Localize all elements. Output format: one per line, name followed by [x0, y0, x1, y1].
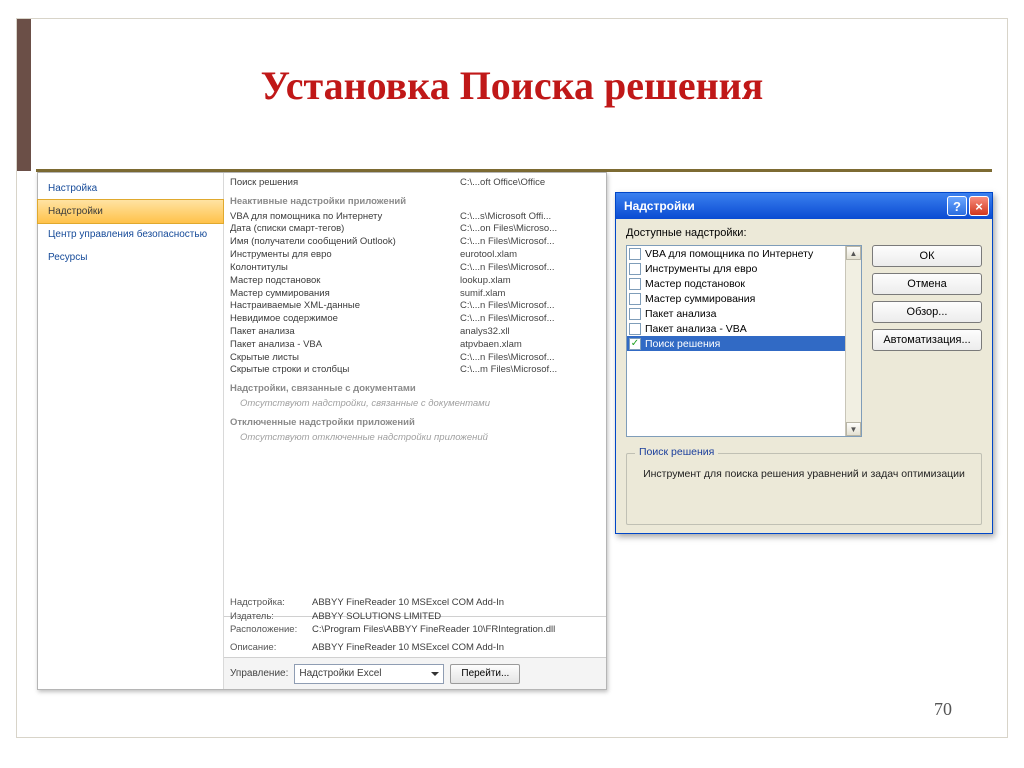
- list-item[interactable]: VBA для помощника по Интернету: [627, 246, 845, 261]
- dialog-title: Надстройки: [624, 199, 695, 213]
- list-row: Поиск решения C:\...oft Office\Office: [230, 177, 600, 190]
- options-main-pane: Поиск решения C:\...oft Office\Office Не…: [224, 173, 606, 689]
- addins-dialog: Надстройки ? × Доступные надстройки: VBA…: [615, 192, 993, 534]
- available-addins-label: Доступные надстройки:: [626, 227, 982, 239]
- checkbox[interactable]: [629, 323, 641, 335]
- item-label: Мастер подстановок: [645, 278, 745, 290]
- addins-list[interactable]: Поиск решения C:\...oft Office\Office Не…: [224, 173, 606, 617]
- list-row: Настраиваемые XML-данныеC:\...n Files\Mi…: [230, 300, 600, 313]
- group-doc-addins: Надстройки, связанные с документами: [230, 383, 600, 396]
- list-row: Скрытые строки и столбцыC:\...m Files\Mi…: [230, 364, 600, 377]
- list-row: Пакет анализаanalys32.xll: [230, 326, 600, 339]
- addins-listbox[interactable]: VBA для помощника по Интернету Инструмен…: [626, 245, 862, 437]
- list-row: Имя (получатели сообщений Outlook)C:\...…: [230, 236, 600, 249]
- options-sidebar: Настройка Надстройки Центр управления бе…: [38, 173, 224, 689]
- help-button[interactable]: ?: [947, 196, 967, 216]
- detail-label: Расположение:: [230, 623, 312, 637]
- dialog-titlebar[interactable]: Надстройки ? ×: [616, 193, 992, 219]
- list-row: Дата (списки смарт-тегов)C:\...on Files\…: [230, 223, 600, 236]
- scroll-down-icon[interactable]: ▼: [846, 422, 861, 436]
- item-label: VBA для помощника по Интернету: [645, 248, 813, 260]
- list-item[interactable]: Пакет анализа: [627, 306, 845, 321]
- groupbox-legend: Поиск решения: [635, 446, 718, 458]
- addin-name: Поиск решения: [230, 177, 460, 190]
- checkbox[interactable]: [629, 308, 641, 320]
- dialog-button-column: ОК Отмена Обзор... Автоматизация...: [872, 245, 982, 351]
- detail-value: C:\Program Files\ABBYY FineReader 10\FRI…: [312, 624, 555, 635]
- automation-button[interactable]: Автоматизация...: [872, 329, 982, 351]
- sidebar-item-customize[interactable]: Настройка: [38, 177, 223, 200]
- cancel-button[interactable]: Отмена: [872, 273, 982, 295]
- item-label: Пакет анализа: [645, 308, 716, 320]
- detail-value: ABBYY FineReader 10 MSExcel COM Add-In: [312, 597, 504, 608]
- list-row: Скрытые листыC:\...n Files\Microsof...: [230, 352, 600, 365]
- scrollbar[interactable]: ▲ ▼: [845, 246, 861, 436]
- list-item[interactable]: Пакет анализа - VBA: [627, 321, 845, 336]
- browse-button[interactable]: Обзор...: [872, 301, 982, 323]
- checkbox[interactable]: [629, 278, 641, 290]
- item-label: Мастер суммирования: [645, 293, 755, 305]
- sidebar-item-trust-center[interactable]: Центр управления безопасностью: [38, 223, 223, 246]
- list-row: Мастер подстановокlookup.xlam: [230, 275, 600, 288]
- ok-button[interactable]: ОК: [872, 245, 982, 267]
- checkbox-checked[interactable]: ✓: [629, 338, 641, 350]
- item-label: Поиск решения: [645, 338, 720, 350]
- group-disabled-addins: Отключенные надстройки приложений: [230, 417, 600, 430]
- list-item[interactable]: Мастер суммирования: [627, 291, 845, 306]
- page-number: 70: [934, 699, 952, 720]
- sidebar-item-resources[interactable]: Ресурсы: [38, 246, 223, 269]
- description-groupbox: Поиск решения Инструмент для поиска реше…: [626, 453, 982, 525]
- list-row: Мастер суммированияsumif.xlam: [230, 288, 600, 301]
- scroll-up-icon[interactable]: ▲: [846, 246, 861, 260]
- group-inactive-addins: Неактивные надстройки приложений: [230, 196, 600, 209]
- addin-path: C:\...oft Office\Office: [460, 177, 600, 190]
- checkbox[interactable]: [629, 248, 641, 260]
- list-row: VBA для помощника по ИнтернетуC:\...s\Mi…: [230, 211, 600, 224]
- addin-details: Надстройка:ABBYY FineReader 10 MSExcel C…: [230, 596, 600, 655]
- sidebar-item-addins[interactable]: Надстройки: [37, 199, 224, 224]
- manage-label: Управление:: [230, 668, 288, 679]
- list-row: КолонтитулыC:\...n Files\Microsof...: [230, 262, 600, 275]
- list-row: Пакет анализа - VBAatpvbaen.xlam: [230, 339, 600, 352]
- detail-value: ABBYY FineReader 10 MSExcel COM Add-In: [312, 642, 504, 653]
- checkbox[interactable]: [629, 293, 641, 305]
- list-item[interactable]: Мастер подстановок: [627, 276, 845, 291]
- detail-label: Издатель:: [230, 610, 312, 624]
- doc-addins-empty: Отсутствуют надстройки, связанные с доку…: [240, 398, 600, 411]
- item-label: Пакет анализа - VBA: [645, 323, 747, 335]
- manage-combobox[interactable]: Надстройки Excel: [294, 664, 444, 684]
- detail-label: Надстройка:: [230, 596, 312, 610]
- list-row: Инструменты для евроeurotool.xlam: [230, 249, 600, 262]
- checkbox[interactable]: [629, 263, 641, 275]
- close-button[interactable]: ×: [969, 196, 989, 216]
- item-label: Инструменты для евро: [645, 263, 757, 275]
- go-button[interactable]: Перейти...: [450, 664, 520, 684]
- detail-value: ABBYY SOLUTIONS LIMITED: [312, 611, 441, 622]
- list-item-solver[interactable]: ✓ Поиск решения: [627, 336, 845, 351]
- disabled-addins-empty: Отсутствуют отключенные надстройки прило…: [240, 432, 600, 445]
- excel-options-window: Настройка Надстройки Центр управления бе…: [37, 172, 607, 690]
- manage-footer: Управление: Надстройки Excel Перейти...: [224, 657, 606, 689]
- detail-label: Описание:: [230, 641, 312, 655]
- list-item[interactable]: Инструменты для евро: [627, 261, 845, 276]
- list-row: Невидимое содержимоеC:\...n Files\Micros…: [230, 313, 600, 326]
- slide-title: Установка Поиска решения: [0, 62, 1024, 109]
